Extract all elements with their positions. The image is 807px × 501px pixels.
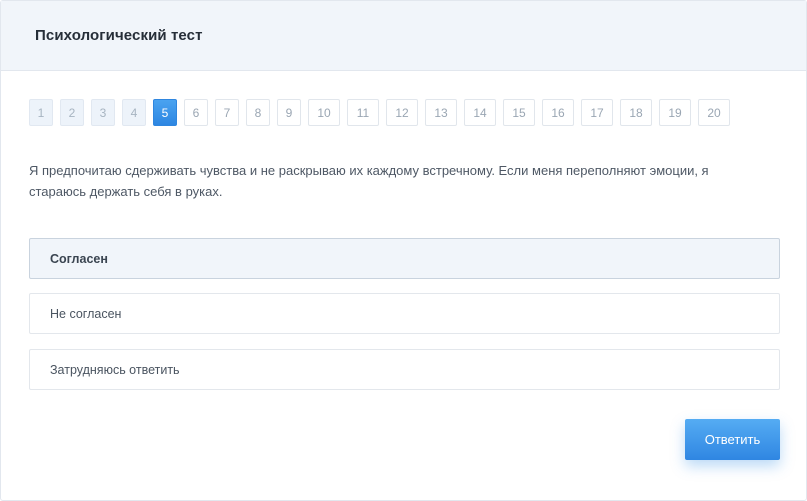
page-8-button[interactable]: 8 (246, 99, 270, 126)
page-10-button[interactable]: 10 (308, 99, 340, 126)
answer-option-label: Не согласен (50, 306, 122, 321)
answer-option-label: Затрудняюсь ответить (50, 362, 180, 377)
page-7-button[interactable]: 7 (215, 99, 239, 126)
answer-option-agree[interactable]: Согласен (29, 238, 780, 279)
answer-option-label: Согласен (50, 251, 108, 266)
answer-option-disagree[interactable]: Не согласен (29, 293, 780, 334)
page-11-button[interactable]: 11 (347, 99, 379, 126)
page-title: Психологический тест (35, 27, 203, 44)
page-19-button[interactable]: 19 (659, 99, 691, 126)
test-card: Психологический тест 1 2 3 4 5 6 7 8 9 1… (0, 0, 807, 501)
page-9-button[interactable]: 9 (277, 99, 301, 126)
page-4-button[interactable]: 4 (122, 99, 146, 126)
page-15-button[interactable]: 15 (503, 99, 535, 126)
page-20-button[interactable]: 20 (698, 99, 730, 126)
question-pagination: 1 2 3 4 5 6 7 8 9 10 11 12 13 14 15 16 1… (29, 99, 737, 126)
page-6-button[interactable]: 6 (184, 99, 208, 126)
page-14-button[interactable]: 14 (464, 99, 496, 126)
page-5-button[interactable]: 5 (153, 99, 177, 126)
page-12-button[interactable]: 12 (386, 99, 418, 126)
page-17-button[interactable]: 17 (581, 99, 613, 126)
card-header: Психологический тест (1, 1, 806, 71)
question-text: Я предпочитаю сдерживать чувства и не ра… (29, 163, 709, 199)
page-18-button[interactable]: 18 (620, 99, 652, 126)
submit-answer-button[interactable]: Ответить (685, 419, 780, 460)
page-13-button[interactable]: 13 (425, 99, 457, 126)
page-2-button[interactable]: 2 (60, 99, 84, 126)
page-16-button[interactable]: 16 (542, 99, 574, 126)
page-1-button[interactable]: 1 (29, 99, 53, 126)
answer-option-unsure[interactable]: Затрудняюсь ответить (29, 349, 780, 390)
page-3-button[interactable]: 3 (91, 99, 115, 126)
